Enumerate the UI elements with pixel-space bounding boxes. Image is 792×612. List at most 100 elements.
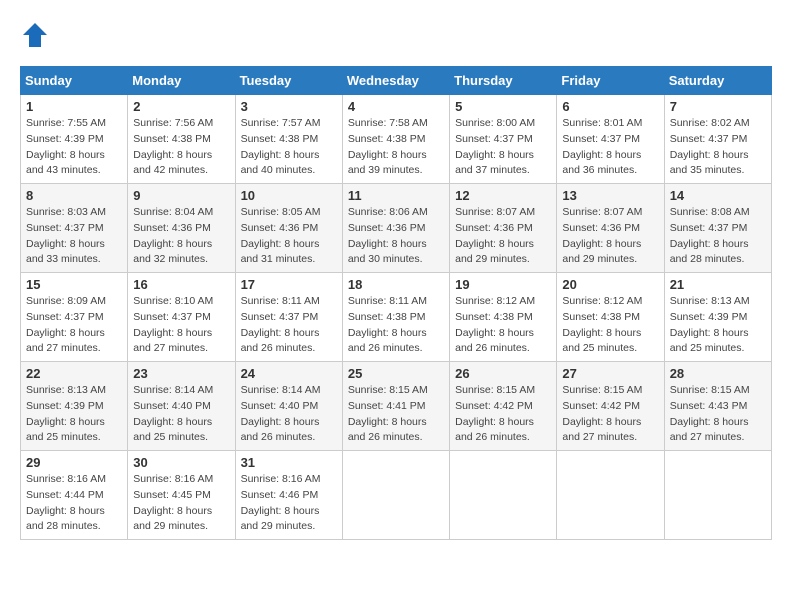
calendar-cell: 17 Sunrise: 8:11 AM Sunset: 4:37 PM Dayl… — [235, 273, 342, 362]
day-number: 13 — [562, 188, 658, 203]
day-number: 15 — [26, 277, 122, 292]
calendar-cell: 6 Sunrise: 8:01 AM Sunset: 4:37 PM Dayli… — [557, 95, 664, 184]
calendar-cell: 10 Sunrise: 8:05 AM Sunset: 4:36 PM Dayl… — [235, 184, 342, 273]
day-number: 26 — [455, 366, 551, 381]
page-header — [20, 20, 772, 50]
day-info: Sunrise: 8:08 AM Sunset: 4:37 PM Dayligh… — [670, 205, 766, 268]
calendar-cell: 13 Sunrise: 8:07 AM Sunset: 4:36 PM Dayl… — [557, 184, 664, 273]
calendar-cell: 1 Sunrise: 7:55 AM Sunset: 4:39 PM Dayli… — [21, 95, 128, 184]
logo-icon — [20, 20, 50, 50]
day-info: Sunrise: 8:15 AM Sunset: 4:42 PM Dayligh… — [455, 383, 551, 446]
calendar-week-2: 8 Sunrise: 8:03 AM Sunset: 4:37 PM Dayli… — [21, 184, 772, 273]
calendar-cell: 30 Sunrise: 8:16 AM Sunset: 4:45 PM Dayl… — [128, 451, 235, 540]
calendar-header-sunday: Sunday — [21, 67, 128, 95]
day-info: Sunrise: 8:13 AM Sunset: 4:39 PM Dayligh… — [26, 383, 122, 446]
calendar-cell: 12 Sunrise: 8:07 AM Sunset: 4:36 PM Dayl… — [450, 184, 557, 273]
day-number: 17 — [241, 277, 337, 292]
calendar-cell — [664, 451, 771, 540]
calendar-cell: 9 Sunrise: 8:04 AM Sunset: 4:36 PM Dayli… — [128, 184, 235, 273]
calendar-cell: 27 Sunrise: 8:15 AM Sunset: 4:42 PM Dayl… — [557, 362, 664, 451]
day-number: 3 — [241, 99, 337, 114]
day-number: 29 — [26, 455, 122, 470]
day-info: Sunrise: 8:16 AM Sunset: 4:45 PM Dayligh… — [133, 472, 229, 535]
day-info: Sunrise: 8:14 AM Sunset: 4:40 PM Dayligh… — [133, 383, 229, 446]
day-number: 6 — [562, 99, 658, 114]
calendar-week-3: 15 Sunrise: 8:09 AM Sunset: 4:37 PM Dayl… — [21, 273, 772, 362]
calendar-week-5: 29 Sunrise: 8:16 AM Sunset: 4:44 PM Dayl… — [21, 451, 772, 540]
day-info: Sunrise: 7:55 AM Sunset: 4:39 PM Dayligh… — [26, 116, 122, 179]
day-info: Sunrise: 8:16 AM Sunset: 4:46 PM Dayligh… — [241, 472, 337, 535]
day-number: 23 — [133, 366, 229, 381]
day-number: 12 — [455, 188, 551, 203]
day-info: Sunrise: 8:13 AM Sunset: 4:39 PM Dayligh… — [670, 294, 766, 357]
day-info: Sunrise: 8:09 AM Sunset: 4:37 PM Dayligh… — [26, 294, 122, 357]
day-number: 30 — [133, 455, 229, 470]
calendar-cell — [557, 451, 664, 540]
day-info: Sunrise: 8:02 AM Sunset: 4:37 PM Dayligh… — [670, 116, 766, 179]
day-number: 1 — [26, 99, 122, 114]
calendar-cell: 16 Sunrise: 8:10 AM Sunset: 4:37 PM Dayl… — [128, 273, 235, 362]
day-info: Sunrise: 8:01 AM Sunset: 4:37 PM Dayligh… — [562, 116, 658, 179]
calendar-cell: 5 Sunrise: 8:00 AM Sunset: 4:37 PM Dayli… — [450, 95, 557, 184]
day-info: Sunrise: 8:11 AM Sunset: 4:37 PM Dayligh… — [241, 294, 337, 357]
day-info: Sunrise: 8:15 AM Sunset: 4:42 PM Dayligh… — [562, 383, 658, 446]
day-number: 14 — [670, 188, 766, 203]
calendar-cell: 23 Sunrise: 8:14 AM Sunset: 4:40 PM Dayl… — [128, 362, 235, 451]
calendar-header-friday: Friday — [557, 67, 664, 95]
calendar-cell: 25 Sunrise: 8:15 AM Sunset: 4:41 PM Dayl… — [342, 362, 449, 451]
calendar-cell: 14 Sunrise: 8:08 AM Sunset: 4:37 PM Dayl… — [664, 184, 771, 273]
day-info: Sunrise: 8:05 AM Sunset: 4:36 PM Dayligh… — [241, 205, 337, 268]
calendar-cell — [342, 451, 449, 540]
day-info: Sunrise: 8:16 AM Sunset: 4:44 PM Dayligh… — [26, 472, 122, 535]
day-info: Sunrise: 8:15 AM Sunset: 4:43 PM Dayligh… — [670, 383, 766, 446]
day-info: Sunrise: 8:06 AM Sunset: 4:36 PM Dayligh… — [348, 205, 444, 268]
day-info: Sunrise: 8:12 AM Sunset: 4:38 PM Dayligh… — [562, 294, 658, 357]
calendar-cell: 31 Sunrise: 8:16 AM Sunset: 4:46 PM Dayl… — [235, 451, 342, 540]
day-info: Sunrise: 8:12 AM Sunset: 4:38 PM Dayligh… — [455, 294, 551, 357]
day-number: 18 — [348, 277, 444, 292]
day-info: Sunrise: 8:10 AM Sunset: 4:37 PM Dayligh… — [133, 294, 229, 357]
calendar-cell: 20 Sunrise: 8:12 AM Sunset: 4:38 PM Dayl… — [557, 273, 664, 362]
day-number: 21 — [670, 277, 766, 292]
day-number: 5 — [455, 99, 551, 114]
calendar-header-saturday: Saturday — [664, 67, 771, 95]
day-number: 24 — [241, 366, 337, 381]
day-number: 11 — [348, 188, 444, 203]
calendar-cell: 3 Sunrise: 7:57 AM Sunset: 4:38 PM Dayli… — [235, 95, 342, 184]
calendar-week-1: 1 Sunrise: 7:55 AM Sunset: 4:39 PM Dayli… — [21, 95, 772, 184]
day-number: 8 — [26, 188, 122, 203]
day-info: Sunrise: 8:15 AM Sunset: 4:41 PM Dayligh… — [348, 383, 444, 446]
day-info: Sunrise: 8:03 AM Sunset: 4:37 PM Dayligh… — [26, 205, 122, 268]
calendar-cell: 7 Sunrise: 8:02 AM Sunset: 4:37 PM Dayli… — [664, 95, 771, 184]
day-info: Sunrise: 7:56 AM Sunset: 4:38 PM Dayligh… — [133, 116, 229, 179]
calendar-header-wednesday: Wednesday — [342, 67, 449, 95]
day-info: Sunrise: 7:58 AM Sunset: 4:38 PM Dayligh… — [348, 116, 444, 179]
day-number: 4 — [348, 99, 444, 114]
calendar-cell: 24 Sunrise: 8:14 AM Sunset: 4:40 PM Dayl… — [235, 362, 342, 451]
day-number: 7 — [670, 99, 766, 114]
day-number: 20 — [562, 277, 658, 292]
day-number: 10 — [241, 188, 337, 203]
calendar-cell: 4 Sunrise: 7:58 AM Sunset: 4:38 PM Dayli… — [342, 95, 449, 184]
day-number: 27 — [562, 366, 658, 381]
day-number: 19 — [455, 277, 551, 292]
day-number: 25 — [348, 366, 444, 381]
day-number: 28 — [670, 366, 766, 381]
calendar-cell: 21 Sunrise: 8:13 AM Sunset: 4:39 PM Dayl… — [664, 273, 771, 362]
calendar-cell: 11 Sunrise: 8:06 AM Sunset: 4:36 PM Dayl… — [342, 184, 449, 273]
calendar-header-tuesday: Tuesday — [235, 67, 342, 95]
day-number: 31 — [241, 455, 337, 470]
day-number: 22 — [26, 366, 122, 381]
day-number: 9 — [133, 188, 229, 203]
logo — [20, 20, 54, 50]
calendar-cell: 2 Sunrise: 7:56 AM Sunset: 4:38 PM Dayli… — [128, 95, 235, 184]
day-info: Sunrise: 8:07 AM Sunset: 4:36 PM Dayligh… — [562, 205, 658, 268]
calendar-header-monday: Monday — [128, 67, 235, 95]
calendar-cell: 8 Sunrise: 8:03 AM Sunset: 4:37 PM Dayli… — [21, 184, 128, 273]
calendar-cell: 15 Sunrise: 8:09 AM Sunset: 4:37 PM Dayl… — [21, 273, 128, 362]
calendar-cell: 18 Sunrise: 8:11 AM Sunset: 4:38 PM Dayl… — [342, 273, 449, 362]
calendar-header-row: SundayMondayTuesdayWednesdayThursdayFrid… — [21, 67, 772, 95]
calendar-cell — [450, 451, 557, 540]
calendar-cell: 26 Sunrise: 8:15 AM Sunset: 4:42 PM Dayl… — [450, 362, 557, 451]
calendar-table: SundayMondayTuesdayWednesdayThursdayFrid… — [20, 66, 772, 540]
